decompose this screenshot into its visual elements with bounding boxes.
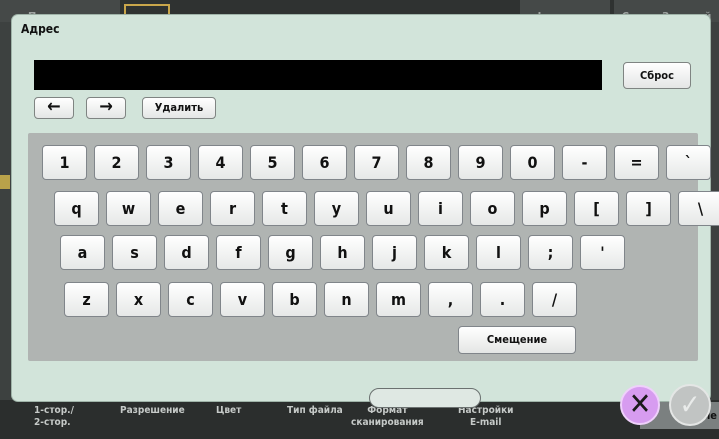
- key[interactable]: k: [424, 235, 469, 270]
- bottom-tab-duplex[interactable]: 1-стор./ 2-стор.: [34, 405, 74, 429]
- shift-key[interactable]: Смещение: [458, 326, 576, 354]
- key[interactable]: c: [168, 282, 213, 317]
- delete-button[interactable]: Удалить: [142, 97, 216, 119]
- key[interactable]: j: [372, 235, 417, 270]
- key[interactable]: [: [574, 191, 619, 226]
- key[interactable]: y: [314, 191, 359, 226]
- key[interactable]: d: [164, 235, 209, 270]
- arrow-right-icon: →: [99, 96, 113, 117]
- drag-handle[interactable]: [369, 388, 481, 408]
- key[interactable]: o: [470, 191, 515, 226]
- key[interactable]: ': [580, 235, 625, 270]
- key[interactable]: h: [320, 235, 365, 270]
- bottom-tab-scan-format-label-2: сканирования: [351, 417, 424, 428]
- key[interactable]: g: [268, 235, 313, 270]
- key[interactable]: -: [562, 145, 607, 180]
- key[interactable]: a: [60, 235, 105, 270]
- key[interactable]: b: [272, 282, 317, 317]
- checkmark-icon: ✓: [679, 388, 701, 421]
- key[interactable]: q: [54, 191, 99, 226]
- key[interactable]: z: [64, 282, 109, 317]
- key[interactable]: `: [666, 145, 711, 180]
- bottom-tab-duplex-label-2: 2-стор.: [34, 417, 71, 428]
- key[interactable]: i: [418, 191, 463, 226]
- ok-button[interactable]: ✓: [669, 384, 711, 426]
- bottom-tab-scan-format[interactable]: Формат сканирования: [351, 405, 424, 429]
- cursor-left-button[interactable]: ←: [34, 97, 74, 119]
- key[interactable]: 2: [94, 145, 139, 180]
- key[interactable]: ;: [528, 235, 573, 270]
- key[interactable]: x: [116, 282, 161, 317]
- key[interactable]: s: [112, 235, 157, 270]
- key[interactable]: 8: [406, 145, 451, 180]
- key[interactable]: 9: [458, 145, 503, 180]
- key[interactable]: ,: [428, 282, 473, 317]
- key[interactable]: r: [210, 191, 255, 226]
- key[interactable]: w: [106, 191, 151, 226]
- key[interactable]: 7: [354, 145, 399, 180]
- key[interactable]: u: [366, 191, 411, 226]
- bottom-tab-email-settings-label-2: E-mail: [469, 417, 502, 428]
- key[interactable]: =: [614, 145, 659, 180]
- key[interactable]: 4: [198, 145, 243, 180]
- key[interactable]: \: [678, 191, 719, 226]
- arrow-left-icon: ←: [47, 96, 61, 117]
- cancel-button[interactable]: ✕: [620, 385, 660, 425]
- key[interactable]: n: [324, 282, 369, 317]
- address-dialog: Адрес Сброс ← → Удалить 1 2 3 4 5 6 7 8 9 0- = ` q w e…: [12, 15, 719, 408]
- key[interactable]: v: [220, 282, 265, 317]
- background-indicator: [0, 175, 10, 189]
- key[interactable]: /: [532, 282, 577, 317]
- key[interactable]: 0: [510, 145, 555, 180]
- key[interactable]: 6: [302, 145, 347, 180]
- bottom-tab-color[interactable]: Цвет: [216, 405, 241, 417]
- key[interactable]: t: [262, 191, 307, 226]
- key[interactable]: ]: [626, 191, 671, 226]
- key[interactable]: l: [476, 235, 521, 270]
- dialog-title: Адрес: [21, 22, 60, 36]
- key[interactable]: e: [158, 191, 203, 226]
- bottom-tab-file-type[interactable]: Тип файла: [287, 405, 343, 417]
- reset-button[interactable]: Сброс: [623, 62, 691, 89]
- address-input[interactable]: [34, 60, 602, 90]
- key[interactable]: p: [522, 191, 567, 226]
- key[interactable]: f: [216, 235, 261, 270]
- cursor-right-button[interactable]: →: [86, 97, 126, 119]
- key[interactable]: 5: [250, 145, 295, 180]
- key[interactable]: 1: [42, 145, 87, 180]
- key[interactable]: m: [376, 282, 421, 317]
- close-icon: ✕: [628, 387, 652, 422]
- bottom-tab-resolution[interactable]: Разрешение: [120, 405, 185, 417]
- bottom-tab-email-settings[interactable]: Настройки E-mail: [458, 405, 513, 429]
- key[interactable]: .: [480, 282, 525, 317]
- key[interactable]: 3: [146, 145, 191, 180]
- bottom-tab-duplex-label: 1-стор./: [34, 405, 74, 416]
